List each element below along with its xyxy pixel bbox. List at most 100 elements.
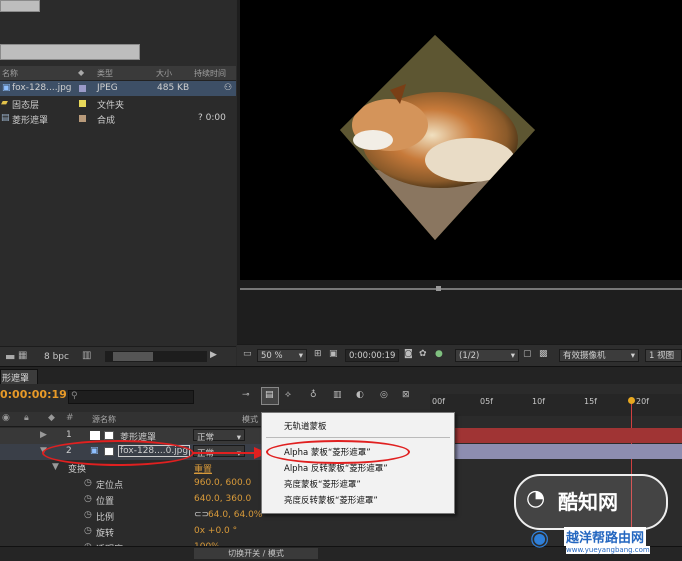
frame-blending-icon[interactable]: ▥ xyxy=(333,390,342,400)
menu-item-no-track-matte[interactable]: 无轨道蒙板 xyxy=(284,420,327,432)
ruler-tick: 10f xyxy=(532,397,545,406)
menu-item-luma-inverted-matte[interactable]: 亮度反转蒙板“菱形遮罩” xyxy=(284,494,378,506)
project-item[interactable]: ▣ fox-128....jpg JPEG 485 KB ⚇ xyxy=(0,81,236,96)
toggle-mask-button[interactable]: ▤ xyxy=(261,387,279,405)
column-source-name[interactable]: 源名称 xyxy=(92,414,116,425)
current-time-display[interactable]: 0:00:00:19 xyxy=(345,349,399,362)
color-channels-icon[interactable]: ● xyxy=(435,349,443,359)
annotation-arrow xyxy=(192,447,268,459)
mask-icon[interactable]: ▣ xyxy=(329,349,338,359)
item-name: fox-128....jpg xyxy=(12,83,72,93)
constrain-link-icon[interactable]: ⊂⊃ xyxy=(194,510,209,520)
scroll-right-icon[interactable]: ▶ xyxy=(210,350,217,360)
transparency-grid-icon[interactable]: ▩ xyxy=(539,349,548,359)
menu-item-luma-matte[interactable]: 亮度蒙板“菱形遮罩” xyxy=(284,478,361,490)
watermark-logo-icon: ◔ xyxy=(526,486,546,511)
watermark-url: www.yueyangbang.com xyxy=(566,546,650,554)
column-type[interactable]: 类型 xyxy=(97,68,113,79)
composition-flow-icon[interactable]: ⊸ xyxy=(242,390,250,400)
folder-icon: ▰ xyxy=(1,98,8,108)
time-ruler[interactable]: 00f 05f 10f 15f 20f xyxy=(430,394,682,416)
watermark-brand: 酷知网 xyxy=(558,490,618,514)
label-tag-icon: ◆ xyxy=(48,413,55,423)
project-search-field[interactable] xyxy=(0,44,140,60)
flow-icon: ⚇ xyxy=(224,83,233,93)
layer-2-track-bar[interactable] xyxy=(430,444,682,459)
show-snapshot-icon[interactable]: ✿ xyxy=(419,349,427,359)
column-mode[interactable]: 模式 xyxy=(242,414,258,425)
watermark-site: 越洋帮路由网 xyxy=(564,527,647,546)
item-duration: ? 0:00 xyxy=(198,113,226,123)
label-tag-icon[interactable]: ◆ xyxy=(78,68,84,77)
tab-label: 形遮罩 xyxy=(2,374,30,384)
project-footer: ▬ ▦ 8 bpc ▥ ▶ xyxy=(0,346,236,367)
timeline-search-input[interactable]: ⚲ xyxy=(68,390,194,404)
ruler-tick: 20f xyxy=(636,397,649,406)
camera-snapshot-icon[interactable]: ◙ xyxy=(404,349,413,359)
shy-layers-icon[interactable]: ♁ xyxy=(310,390,317,400)
search-icon: ⚲ xyxy=(71,391,78,401)
viewer-time-ruler[interactable] xyxy=(240,288,682,290)
label-color-swatch xyxy=(79,85,86,92)
zoom-dropdown[interactable]: 50 % ▾ xyxy=(257,349,307,362)
property-value[interactable]: 640.0, 360.0 xyxy=(194,494,251,504)
property-name: 定位点 xyxy=(96,481,124,491)
column-duration[interactable]: 持续时间 xyxy=(194,68,226,79)
composition-canvas[interactable] xyxy=(240,0,682,280)
brainstorm-icon[interactable]: ⊠ xyxy=(402,390,410,400)
horizontal-scrollbar[interactable] xyxy=(105,351,207,362)
layer-1-track-bar[interactable] xyxy=(430,428,682,443)
project-preview-field xyxy=(0,0,40,12)
blend-mode-dropdown[interactable]: 正常▾ xyxy=(193,429,245,443)
column-size[interactable]: 大小 xyxy=(156,68,172,79)
toggle-switches-modes-button[interactable]: 切换开关 / 模式 xyxy=(194,548,318,559)
image-file-icon: ▣ xyxy=(2,83,11,93)
toggle-label: 切换开关 / 模式 xyxy=(228,549,284,558)
timeline-timecode[interactable]: 0:00:00:19 xyxy=(0,388,67,401)
project-item[interactable]: ▰ 固态层 文件夹 xyxy=(0,96,236,111)
fox-image-diamond xyxy=(340,35,535,240)
label-color-swatch xyxy=(79,115,86,122)
project-item[interactable]: ▤ 菱形遮罩 合成 ? 0:00 xyxy=(0,111,236,126)
project-panel: 名称 ◆ 类型 大小 持续时间 ▣ fox-128....jpg JPEG 48… xyxy=(0,0,236,367)
bpc-button[interactable]: 8 bpc xyxy=(44,352,69,362)
column-name[interactable]: 名称 xyxy=(2,68,18,79)
stopwatch-icon[interactable]: ◷ xyxy=(84,478,92,488)
layer-number: 1 xyxy=(66,430,72,440)
current-time-indicator[interactable] xyxy=(628,397,635,404)
safe-zones-icon[interactable]: ⊞ xyxy=(314,349,322,359)
property-value[interactable]: 960.0, 600.0 xyxy=(194,478,251,488)
video-switch-icon: ◉ xyxy=(2,413,10,423)
camera-dropdown[interactable]: 有效摄像机 ▾ xyxy=(559,349,639,362)
resolution-dropdown[interactable]: (1/2) ▾ xyxy=(455,349,519,362)
item-name: 固态层 xyxy=(12,101,40,111)
tab-composition[interactable]: 形遮罩 xyxy=(0,369,38,384)
folder-icon[interactable]: ▬ xyxy=(5,350,15,363)
draft-3d-icon[interactable]: ⟡ xyxy=(285,390,291,400)
watermark: ◔ 酷知网 ◉ 越洋帮路由网 www.yueyangbang.com xyxy=(508,474,680,558)
property-row[interactable]: ◷ 旋转 0x +0.0 ° xyxy=(0,524,430,540)
item-type: 文件夹 xyxy=(97,101,125,111)
property-value[interactable]: 64.0, 64.0% xyxy=(208,510,262,520)
region-of-interest-icon[interactable]: ▢ xyxy=(523,349,532,359)
always-preview-icon[interactable]: ▭ xyxy=(243,349,252,359)
expand-arrow-icon[interactable]: ▼ xyxy=(52,462,59,472)
composition-icon[interactable]: ▦ xyxy=(18,350,27,361)
trash-icon[interactable]: ▥ xyxy=(82,350,91,361)
stopwatch-icon[interactable]: ◷ xyxy=(84,526,92,536)
reset-link[interactable]: 重置 xyxy=(194,462,212,475)
stopwatch-icon[interactable]: ◷ xyxy=(84,510,92,520)
property-name: 位置 xyxy=(96,497,115,507)
item-name: 菱形遮罩 xyxy=(12,116,49,126)
views-dropdown[interactable]: 1 视图 xyxy=(645,349,682,362)
stopwatch-icon[interactable]: ◷ xyxy=(84,494,92,504)
expand-arrow-icon[interactable]: ▶ xyxy=(40,430,47,440)
graph-editor-icon[interactable]: ◎ xyxy=(380,390,388,400)
highlight-ellipse xyxy=(266,440,410,464)
property-value[interactable]: 0x +0.0 ° xyxy=(194,526,237,536)
motion-blur-icon[interactable]: ◐ xyxy=(356,390,364,400)
composition-icon: ▤ xyxy=(1,113,10,123)
column-number: # xyxy=(66,413,74,423)
track-matte-menu: 无轨道蒙板 Alpha 蒙板“菱形遮罩” Alpha 反转蒙板“菱形遮罩” 亮度… xyxy=(261,412,455,514)
work-area-marker[interactable] xyxy=(436,286,441,291)
